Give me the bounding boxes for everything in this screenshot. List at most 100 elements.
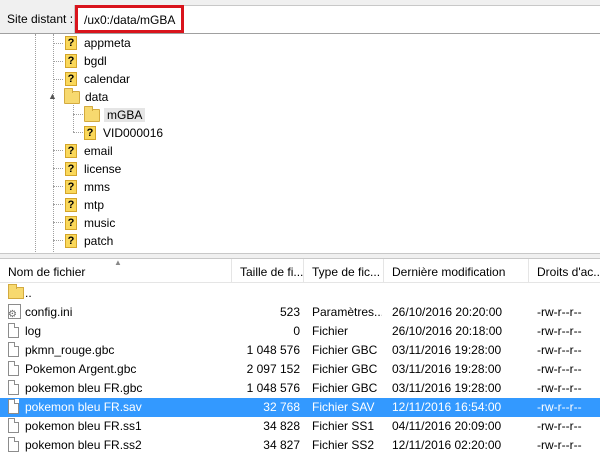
file-type: Fichier SS1 — [312, 419, 375, 433]
tree-item-label: music — [84, 216, 116, 230]
tree-guide-line — [35, 34, 36, 253]
config-file-icon: ⚙ — [8, 304, 21, 320]
column-header-permissions[interactable]: Droits d'ac... — [529, 259, 600, 283]
file-name: config.ini — [25, 305, 73, 319]
tree-item-mtp[interactable]: ? mtp — [65, 196, 104, 214]
folder-up-icon — [8, 284, 24, 299]
file-name: Pokemon Argent.gbc — [25, 362, 137, 376]
file-name: pokemon bleu FR.ss1 — [25, 419, 142, 433]
question-icon: ? — [65, 144, 77, 158]
file-permissions: -rw-r--r-- — [537, 324, 582, 338]
question-icon: ? — [65, 216, 77, 230]
tree-connector — [53, 204, 63, 205]
tree-item-label: bgdl — [84, 54, 107, 68]
tree-connector — [53, 61, 63, 62]
question-icon: ? — [65, 198, 77, 212]
tree-item-label: data — [85, 90, 109, 104]
folder-icon — [84, 105, 100, 122]
tree-item-label: calendar — [84, 72, 131, 86]
tree-item-mgba[interactable]: mGBA — [84, 105, 146, 124]
column-header-modified[interactable]: Dernière modification — [384, 259, 529, 283]
file-permissions: -rw-r--r-- — [537, 419, 582, 433]
remote-file-list: ▲ Nom de fichier Taille de fi... Type de… — [0, 259, 600, 454]
file-modified: 03/11/2016 19:28:00 — [392, 381, 502, 395]
tree-item-label: mGBA — [104, 108, 146, 122]
file-size: 1 048 576 — [246, 343, 300, 357]
remote-directory-tree: ? appmeta ? bgdl ? calendar ▲ data mGBA … — [0, 33, 600, 253]
tree-connector — [53, 168, 63, 169]
file-type: Paramètres... — [312, 305, 382, 319]
file-modified: 12/11/2016 02:20:00 — [392, 438, 502, 452]
file-row-selected[interactable]: pokemon bleu FR.sav 32 768 Fichier SAV 1… — [0, 398, 600, 417]
file-row[interactable]: pokemon bleu FR.ss1 34 828 Fichier SS1 0… — [0, 417, 600, 436]
file-type: Fichier — [312, 324, 349, 338]
file-size: 32 768 — [263, 400, 300, 414]
tree-item-calendar[interactable]: ? calendar — [65, 70, 130, 88]
tree-item-appmeta[interactable]: ? appmeta — [65, 34, 131, 52]
tree-item-bgdl[interactable]: ? bgdl — [65, 52, 107, 70]
file-row[interactable]: pkmn_rouge.gbc 1 048 576 Fichier GBC 03/… — [0, 341, 600, 360]
file-modified: 03/11/2016 19:28:00 — [392, 343, 502, 357]
file-size: 2 097 152 — [246, 362, 300, 376]
file-icon — [8, 380, 19, 395]
tree-item-vid000016[interactable]: ? VID000016 — [84, 124, 163, 142]
tree-item-data[interactable]: data — [64, 87, 109, 106]
folder-icon — [64, 87, 80, 104]
file-permissions: -rw-r--r-- — [537, 362, 582, 376]
file-modified: 26/10/2016 20:18:00 — [392, 324, 503, 338]
file-row[interactable]: log 0 Fichier 26/10/2016 20:18:00 -rw-r-… — [0, 322, 600, 341]
column-header-name[interactable]: Nom de fichier — [0, 259, 232, 283]
file-row[interactable]: Pokemon Argent.gbc 2 097 152 Fichier GBC… — [0, 360, 600, 379]
file-permissions: -rw-r--r-- — [537, 343, 582, 357]
tree-item-label: email — [84, 144, 113, 158]
file-size: 523 — [279, 305, 300, 319]
column-header-size[interactable]: Taille de fi... — [232, 259, 304, 283]
file-name: pokemon bleu FR.ss2 — [25, 438, 142, 452]
file-type: Fichier GBC — [312, 343, 378, 357]
file-modified: 12/11/2016 16:54:00 — [392, 400, 502, 414]
tree-connector — [53, 186, 63, 187]
file-icon — [8, 323, 19, 338]
question-icon: ? — [65, 234, 77, 248]
question-icon: ? — [65, 36, 77, 50]
file-permissions: -rw-r--r-- — [537, 438, 582, 452]
file-size: 34 828 — [263, 419, 300, 433]
question-icon: ? — [84, 126, 96, 140]
file-icon — [8, 399, 19, 414]
question-icon: ? — [65, 180, 77, 194]
file-modified: 03/11/2016 19:28:00 — [392, 362, 502, 376]
file-modified: 26/10/2016 20:20:00 — [392, 305, 503, 319]
collapse-icon[interactable]: ▲ — [48, 92, 57, 101]
file-type: Fichier GBC — [312, 381, 378, 395]
file-name: pkmn_rouge.gbc — [25, 343, 115, 357]
file-type: Fichier SS2 — [312, 438, 375, 452]
tree-item-email[interactable]: ? email — [65, 142, 113, 160]
file-row[interactable]: pokemon bleu FR.ss2 34 827 Fichier SS2 1… — [0, 436, 600, 454]
file-icon — [8, 342, 19, 357]
column-header-type[interactable]: Type de fic... — [304, 259, 384, 283]
file-icon — [8, 418, 19, 433]
tree-item-license[interactable]: ? license — [65, 160, 121, 178]
tree-connector — [73, 114, 83, 115]
tree-item-patch[interactable]: ? patch — [65, 232, 113, 250]
file-modified: 04/11/2016 20:09:00 — [392, 419, 502, 433]
file-permissions: -rw-r--r-- — [537, 381, 582, 395]
tree-item-label: mms — [84, 180, 110, 194]
tree-guide-line — [73, 105, 74, 132]
file-row[interactable]: pokemon bleu FR.gbc 1 048 576 Fichier GB… — [0, 379, 600, 398]
file-name: .. — [25, 286, 32, 300]
file-name: pokemon bleu FR.gbc — [25, 381, 143, 395]
tree-connector — [73, 132, 83, 133]
tree-item-mms[interactable]: ? mms — [65, 178, 110, 196]
file-row[interactable]: ⚙ config.ini 523 Paramètres... 26/10/201… — [0, 303, 600, 322]
file-icon — [8, 361, 19, 376]
tree-connector — [53, 150, 63, 151]
file-icon — [8, 437, 19, 452]
tree-connector — [53, 43, 63, 44]
tree-item-music[interactable]: ? music — [65, 214, 115, 232]
tree-item-label: license — [84, 162, 122, 176]
file-list-header: ▲ Nom de fichier Taille de fi... Type de… — [0, 259, 600, 283]
file-size: 0 — [293, 324, 300, 338]
file-row-parent[interactable]: .. — [0, 284, 600, 303]
file-size: 1 048 576 — [246, 381, 300, 395]
